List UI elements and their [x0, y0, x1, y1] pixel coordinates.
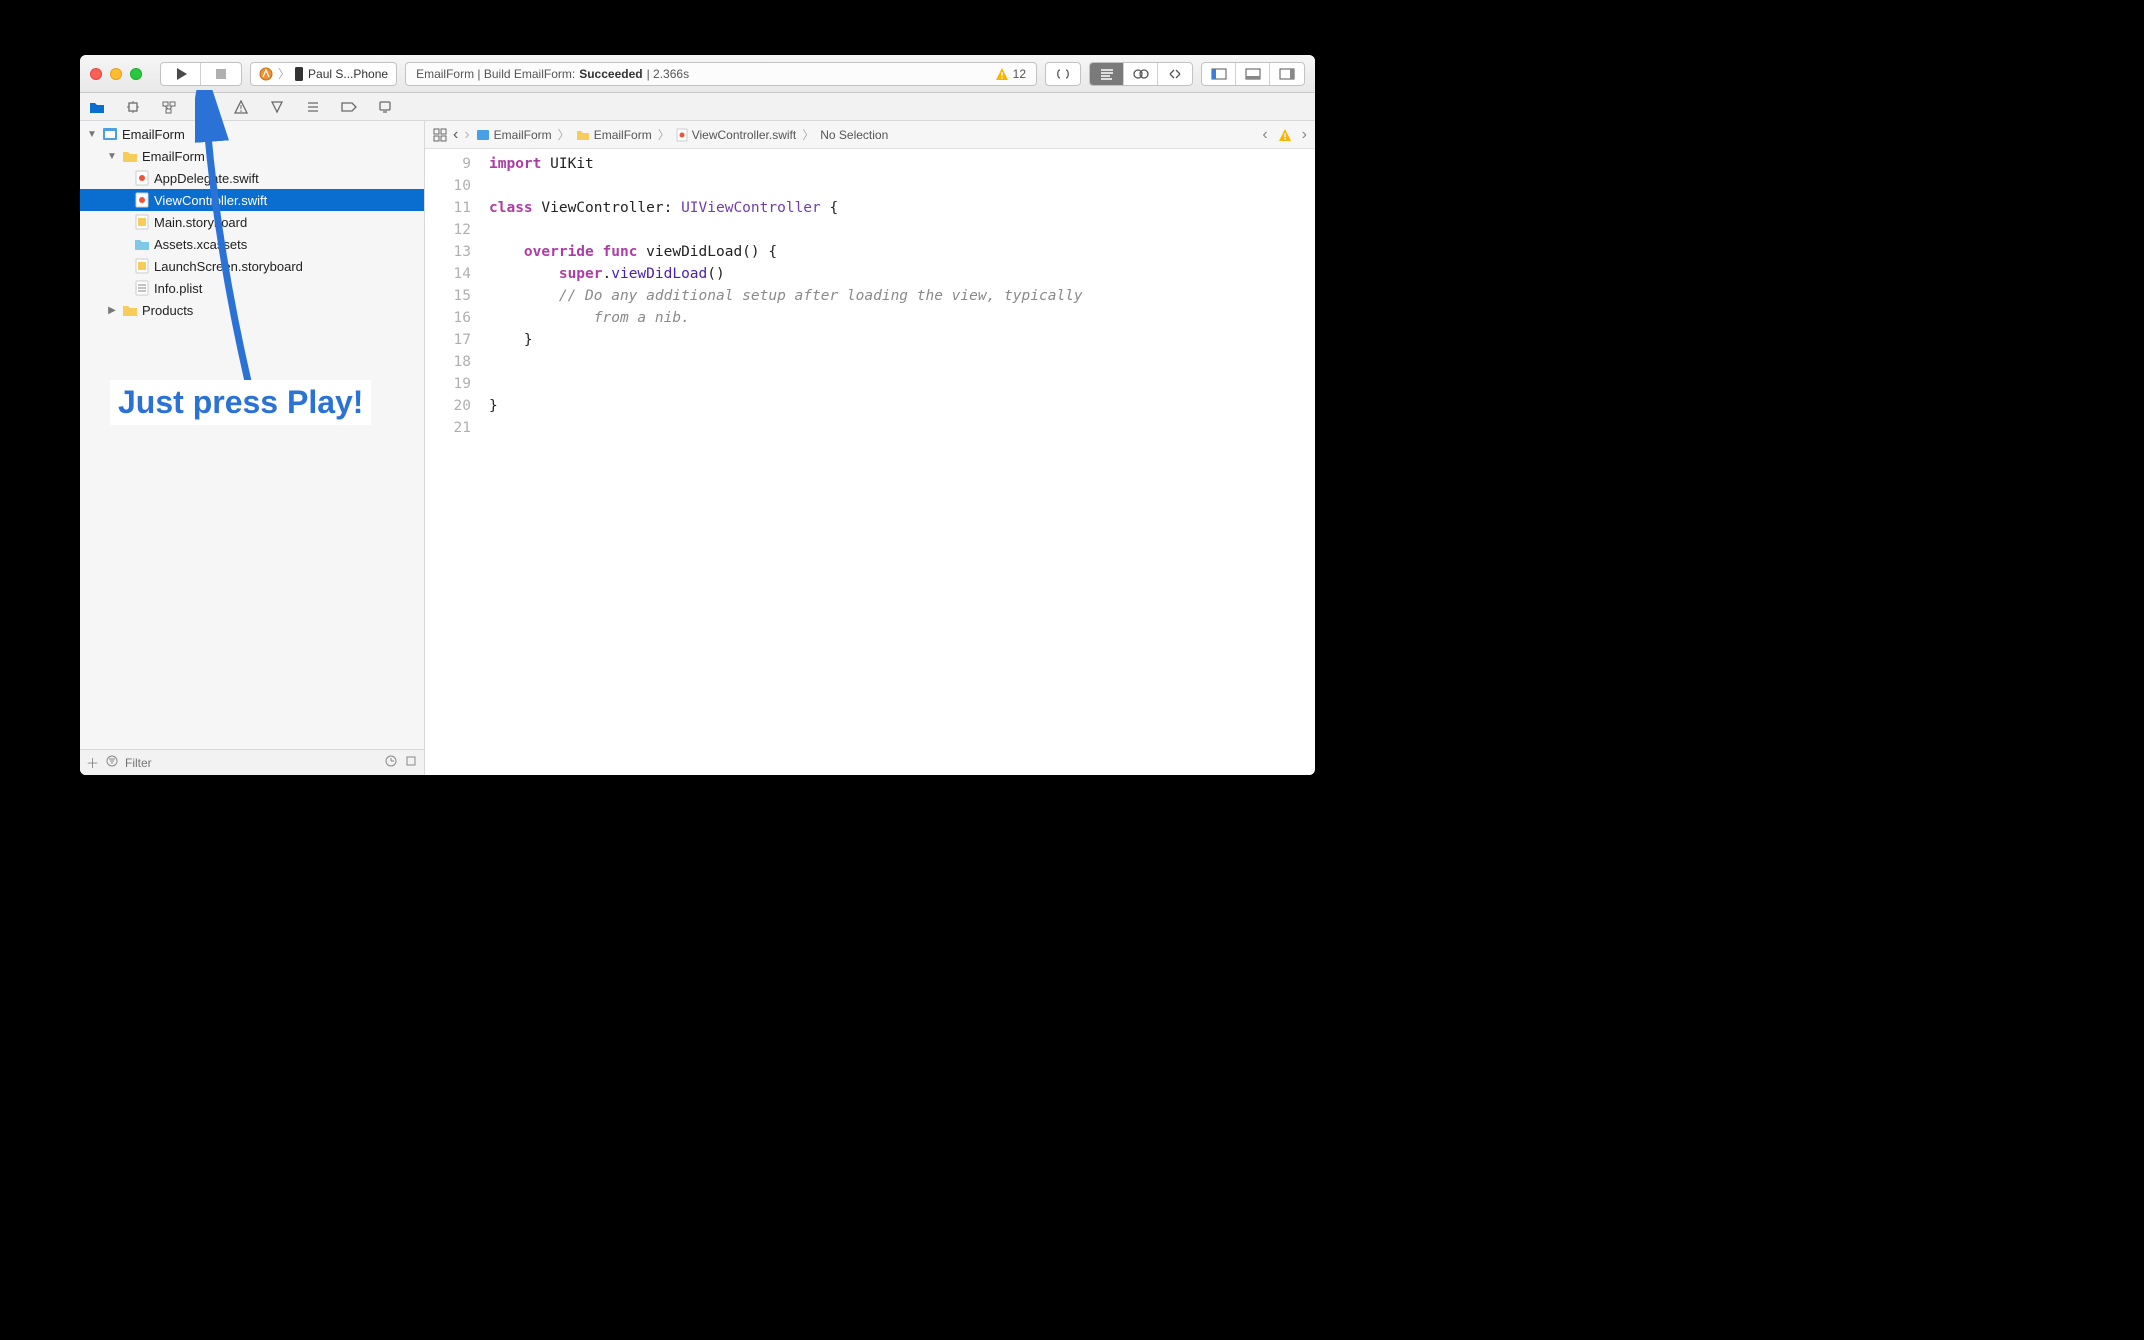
tree-file-selected[interactable]: ViewController.swift	[80, 189, 424, 211]
navigator-sidebar: ▼ EmailForm ▼ EmailForm	[80, 121, 425, 775]
tree-label: Assets.xcassets	[154, 237, 247, 252]
forward-button[interactable]: ›	[464, 126, 469, 144]
titlebar: 〉 Paul S...Phone EmailForm | Build Email…	[80, 55, 1315, 93]
jumpbar-symbol[interactable]: No Selection	[820, 128, 888, 142]
scheme-selector[interactable]: 〉 Paul S...Phone	[250, 62, 397, 86]
activity-time: | 2.366s	[647, 67, 689, 81]
warning-icon	[995, 67, 1009, 81]
version-editor-button[interactable]	[1158, 63, 1192, 85]
toggle-utilities-button[interactable]	[1270, 63, 1304, 85]
report-navigator-tab[interactable]	[376, 98, 394, 116]
plist-icon	[134, 280, 150, 296]
activity-viewer[interactable]: EmailForm | Build EmailForm: Succeeded |…	[405, 62, 1037, 86]
tree-file[interactable]: Info.plist	[80, 277, 424, 299]
panel-toggle-group	[1201, 62, 1305, 86]
xcode-project-icon	[102, 126, 118, 142]
activity-prefix: EmailForm | Build EmailForm:	[416, 67, 575, 81]
editor-pane: ‹ › EmailForm 〉 EmailForm 〉 ViewControll…	[425, 121, 1315, 775]
activity-status: Succeeded	[579, 67, 642, 81]
disclosure-triangle-icon[interactable]: ▼	[86, 129, 98, 140]
back-button[interactable]: ‹	[453, 126, 458, 144]
folder-icon	[122, 148, 138, 164]
scheme-text: Paul S...Phone	[308, 67, 388, 81]
tree-file[interactable]: AppDelegate.swift	[80, 167, 424, 189]
project-navigator-tab[interactable]	[88, 98, 106, 116]
tree-folder-products[interactable]: ▶ Products	[80, 299, 424, 321]
test-navigator-tab[interactable]	[268, 98, 286, 116]
toggle-debug-button[interactable]	[1236, 63, 1270, 85]
swift-file-icon	[134, 170, 150, 186]
navigator-tabs	[80, 93, 1315, 121]
device-icon	[295, 67, 303, 81]
chevron-right-icon: 〉	[558, 126, 570, 143]
disclosure-triangle-icon[interactable]: ▶	[106, 305, 118, 316]
folder-icon	[122, 302, 138, 318]
jumpbar-folder[interactable]: EmailForm	[576, 128, 652, 142]
disclosure-triangle-icon[interactable]: ▼	[106, 151, 118, 162]
standard-editor-button[interactable]	[1090, 63, 1124, 85]
line-number-gutter: 9101112131415161718192021	[425, 149, 481, 775]
jumpbar-project[interactable]: EmailForm	[476, 128, 552, 142]
navigator-footer: ＋	[80, 749, 424, 775]
swift-file-icon	[134, 192, 150, 208]
run-stop-group	[160, 62, 242, 86]
tree-label: Info.plist	[154, 281, 202, 296]
minimize-window-button[interactable]	[110, 68, 122, 80]
related-items-button[interactable]	[433, 128, 447, 142]
issue-navigator-tab[interactable]	[232, 98, 250, 116]
chevron-right-icon: 〉	[658, 126, 670, 143]
tree-label: Products	[142, 303, 193, 318]
editor-mode-group	[1045, 62, 1081, 86]
main-body: ▼ EmailForm ▼ EmailForm	[80, 121, 1315, 775]
tree-label: ViewController.swift	[154, 193, 267, 208]
tree-label: AppDelegate.swift	[154, 171, 259, 186]
tree-file[interactable]: Main.storyboard	[80, 211, 424, 233]
source-control-navigator-tab[interactable]	[124, 98, 142, 116]
annotation-text: Just press Play!	[110, 380, 371, 425]
traffic-lights	[90, 68, 142, 80]
tree-file[interactable]: Assets.xcassets	[80, 233, 424, 255]
toggle-navigator-button[interactable]	[1202, 63, 1236, 85]
tree-label: LaunchScreen.storyboard	[154, 259, 303, 274]
warning-count: 12	[1013, 67, 1026, 81]
code-body[interactable]: import UIKit class ViewController: UIVie…	[481, 149, 1315, 775]
tree-label: Main.storyboard	[154, 215, 247, 230]
prev-issue-button[interactable]: ‹	[1262, 126, 1267, 144]
assets-icon	[134, 236, 150, 252]
scm-filter-icon[interactable]	[404, 754, 418, 771]
close-window-button[interactable]	[90, 68, 102, 80]
app-icon	[259, 67, 273, 81]
tree-file[interactable]: LaunchScreen.storyboard	[80, 255, 424, 277]
recent-filter-icon[interactable]	[384, 754, 398, 771]
tree-folder[interactable]: ▼ EmailForm	[80, 145, 424, 167]
jump-bar: ‹ › EmailForm 〉 EmailForm 〉 ViewControll…	[425, 121, 1315, 149]
tree-project-root[interactable]: ▼ EmailForm	[80, 123, 424, 145]
tree-label: EmailForm	[122, 127, 185, 142]
debug-navigator-tab[interactable]	[304, 98, 322, 116]
warning-badge[interactable]: 12	[995, 67, 1026, 81]
symbol-navigator-tab[interactable]	[160, 98, 178, 116]
assistant-editor-button[interactable]	[1124, 63, 1158, 85]
code-snippet-library-button[interactable]	[1046, 63, 1080, 85]
code-editor[interactable]: 9101112131415161718192021 import UIKit c…	[425, 149, 1315, 775]
chevron-right-icon: 〉	[802, 126, 814, 143]
next-issue-button[interactable]: ›	[1302, 126, 1307, 144]
breakpoint-navigator-tab[interactable]	[340, 98, 358, 116]
filter-scope-icon[interactable]	[105, 754, 119, 771]
tree-label: EmailForm	[142, 149, 205, 164]
zoom-window-button[interactable]	[130, 68, 142, 80]
storyboard-icon	[134, 214, 150, 230]
jumpbar-file[interactable]: ViewController.swift	[676, 128, 796, 142]
add-button[interactable]: ＋	[86, 753, 99, 772]
file-tree: ▼ EmailForm ▼ EmailForm	[80, 121, 424, 749]
filter-input[interactable]	[125, 756, 378, 770]
stop-button[interactable]	[201, 63, 241, 85]
storyboard-icon	[134, 258, 150, 274]
warning-icon[interactable]	[1278, 128, 1292, 142]
editor-layout-group	[1089, 62, 1193, 86]
run-button[interactable]	[161, 63, 201, 85]
find-navigator-tab[interactable]	[196, 98, 214, 116]
